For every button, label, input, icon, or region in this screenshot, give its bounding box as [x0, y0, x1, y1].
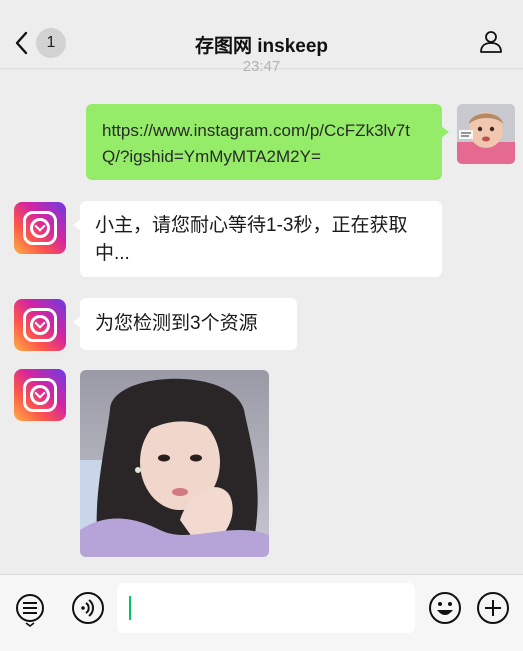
chat-info-button[interactable] — [479, 29, 503, 58]
incoming-message[interactable]: 小主，请您耐心等待1-3秒，正在获取中... — [73, 201, 442, 277]
plus-icon — [477, 592, 509, 624]
user-avatar[interactable] — [457, 104, 515, 164]
voice-button[interactable] — [71, 591, 105, 630]
chat-title: 存图网 inskeep — [194, 36, 329, 57]
incoming-message[interactable]: 为您检测到3个资源 — [73, 298, 297, 350]
message-timestamp: 23:47 — [242, 58, 281, 75]
emoji-button[interactable] — [428, 591, 462, 630]
bot-avatar[interactable] — [14, 299, 66, 351]
text-caret — [129, 596, 131, 620]
message-input[interactable] — [117, 583, 415, 633]
menu-list-icon — [16, 594, 44, 627]
more-button[interactable] — [476, 591, 510, 630]
voice-icon — [72, 592, 104, 624]
image-message[interactable] — [80, 370, 269, 557]
bot-avatar[interactable] — [14, 369, 66, 421]
emoji-icon — [429, 592, 461, 624]
bot-avatar[interactable] — [14, 202, 66, 254]
input-bar — [0, 574, 523, 651]
outgoing-message[interactable]: https://www.instagram.com/p/CcFZk3lv7tQ/… — [86, 104, 449, 180]
menu-button[interactable] — [14, 593, 46, 632]
person-icon — [480, 31, 502, 53]
